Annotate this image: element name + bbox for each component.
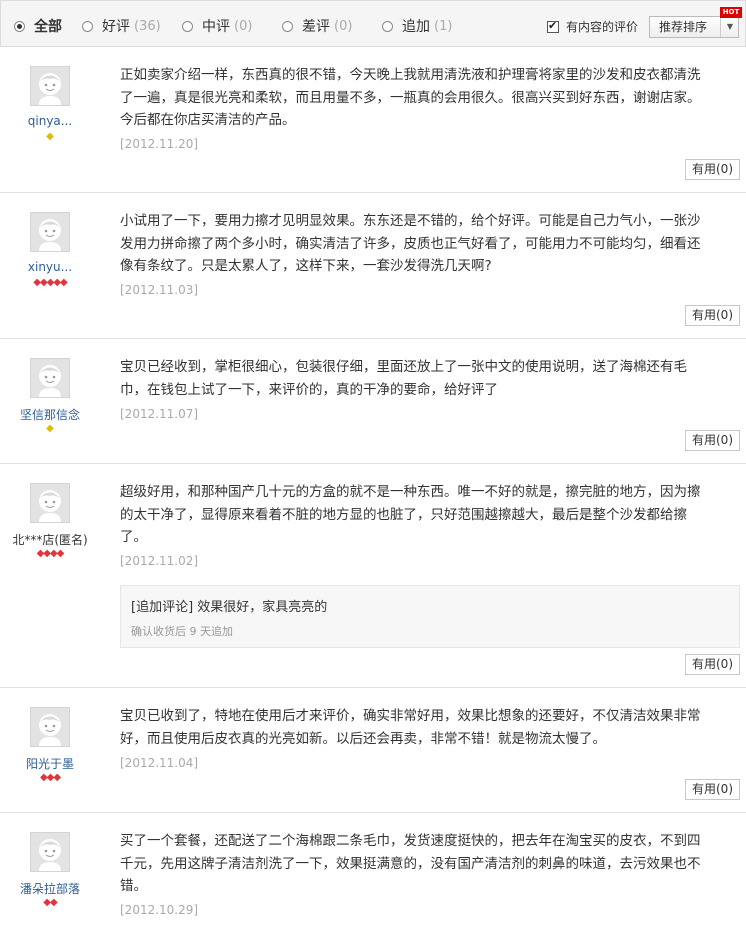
useful-count: (0) xyxy=(716,782,733,796)
review-date: [2012.11.02] xyxy=(120,554,199,568)
review-text: 小试用了一下，要用力擦才见明显效果。东东还是不错的，给个好评。可能是自己力气小，… xyxy=(120,213,701,274)
avatar[interactable] xyxy=(30,483,70,523)
has-content-checkbox[interactable]: 有内容的评价 xyxy=(547,18,638,35)
review-item: xinyu... ◆◆◆◆◆ 小试用了一下，要用力擦才见明显效果。东东还是不错的… xyxy=(0,193,746,339)
useful-label: 有用 xyxy=(691,657,716,671)
radio-icon xyxy=(282,20,293,32)
reviewer-name: 北***店(匿名) xyxy=(12,533,88,547)
reviewer-level-icon: ◆ xyxy=(46,423,54,434)
review-text: 宝贝已收到了，特地在使用后才来评价，确实非常好用，效果比想象的还要好，不仅清洁效… xyxy=(120,708,701,747)
checkbox-checked-icon xyxy=(547,19,559,33)
useful-count: (0) xyxy=(716,657,733,671)
radio-icon xyxy=(82,20,93,32)
review-item: 北***店(匿名) ◆◆◆◆ 超级好用，和那种国产几十元的方盒的就不是一种东西。… xyxy=(0,464,746,688)
chevron-down-icon: ▼ xyxy=(726,22,733,31)
review-text: 超级好用，和那种国产几十元的方盒的就不是一种东西。唯一不好的就是，擦完脏的地方，… xyxy=(120,484,701,545)
reviewer-level-icon: ◆ xyxy=(46,131,54,142)
useful-label: 有用 xyxy=(691,433,716,447)
hot-badge: HOT xyxy=(720,7,742,18)
review-item: 阳光于墨 ◆◆◆ 宝贝已收到了，特地在使用后才来评价，确实非常好用，效果比想象的… xyxy=(0,688,746,813)
reviewer-name[interactable]: 潘朵拉部落 xyxy=(0,880,100,897)
review-item: 坚信那信念 ◆ 宝贝已经收到，掌柜很细心，包装很仔细，里面还放上了一张中文的使用… xyxy=(0,339,746,464)
appended-review: [追加评论] 效果很好，家具亮亮的 确认收货后 9 天追加 xyxy=(120,585,740,648)
reviewer-level-icon: ◆◆ xyxy=(43,897,57,908)
filter-all-label: 全部 xyxy=(34,19,62,35)
radio-icon xyxy=(382,20,393,32)
review-text: 买了一个套餐，还配送了二个海棉跟二条毛巾，发货速度挺快的，把去年在淘宝买的皮衣，… xyxy=(120,833,701,894)
reviewer-level-icon: ◆◆◆◆◆ xyxy=(33,277,67,288)
filter-append-label: 追加 xyxy=(402,19,430,35)
reviewer-level-icon: ◆◆◆◆ xyxy=(36,548,65,559)
avatar[interactable] xyxy=(30,707,70,747)
review-item: qinya... ◆ 正如卖家介绍一样，东西真的很不错，今天晚上我就用清洗液和护… xyxy=(0,47,746,193)
review-date: [2012.11.03] xyxy=(120,283,199,297)
radio-selected-icon xyxy=(14,20,25,32)
review-date: [2012.11.04] xyxy=(120,756,199,770)
review-date: [2012.11.20] xyxy=(120,137,199,151)
avatar[interactable] xyxy=(30,212,70,252)
useful-label: 有用 xyxy=(691,162,716,176)
filter-append-radio[interactable]: 追加 (1) xyxy=(382,16,452,36)
sort-dropdown[interactable]: 推荐排序 ▼ xyxy=(649,16,739,38)
filter-all-radio[interactable]: 全部 xyxy=(14,16,62,36)
useful-button[interactable]: 有用(0) xyxy=(685,305,740,326)
default-avatar-icon xyxy=(39,714,61,746)
useful-count: (0) xyxy=(716,162,733,176)
filter-append-count: (1) xyxy=(434,18,453,34)
appended-review-text: [追加评论] 效果很好，家具亮亮的 xyxy=(131,600,328,615)
review-text: 正如卖家介绍一样，东西真的很不错，今天晚上我就用清洗液和护理膏将家里的沙发和皮衣… xyxy=(120,67,701,128)
filter-bad-count: (0) xyxy=(334,18,353,34)
useful-label: 有用 xyxy=(691,782,716,796)
reviewer-name[interactable]: qinya... xyxy=(0,114,100,128)
review-date: [2012.11.07] xyxy=(120,407,199,421)
review-text: 宝贝已经收到，掌柜很细心，包装很仔细，里面还放上了一张中文的使用说明，送了海棉还… xyxy=(120,359,687,398)
useful-button[interactable]: 有用(0) xyxy=(685,779,740,800)
avatar[interactable] xyxy=(30,832,70,872)
default-avatar-icon xyxy=(39,490,61,522)
filter-bad-radio[interactable]: 差评 (0) xyxy=(282,16,352,36)
filter-neutral-radio[interactable]: 中评 (0) xyxy=(182,16,252,36)
review-item: 潘朵拉部落 ◆◆ 买了一个套餐，还配送了二个海棉跟二条毛巾，发货速度挺快的，把去… xyxy=(0,813,746,926)
filter-good-label: 好评 xyxy=(102,19,130,35)
useful-label: 有用 xyxy=(691,308,716,322)
default-avatar-icon xyxy=(39,219,61,251)
default-avatar-icon xyxy=(39,73,61,105)
useful-button[interactable]: 有用(0) xyxy=(685,654,740,675)
avatar[interactable] xyxy=(30,66,70,106)
useful-button[interactable]: 有用(0) xyxy=(685,430,740,451)
has-content-label: 有内容的评价 xyxy=(566,20,639,34)
default-avatar-icon xyxy=(39,365,61,397)
filter-good-radio[interactable]: 好评 (36) xyxy=(82,16,161,36)
filter-neutral-label: 中评 xyxy=(202,19,230,35)
default-avatar-icon xyxy=(39,839,61,871)
filter-good-count: (36) xyxy=(134,18,161,34)
useful-button[interactable]: 有用(0) xyxy=(685,159,740,180)
sort-dropdown-label: 推荐排序 xyxy=(659,20,708,34)
filter-neutral-count: (0) xyxy=(234,18,253,34)
radio-icon xyxy=(182,20,193,32)
reviewer-name[interactable]: 阳光于墨 xyxy=(0,755,100,772)
filter-bad-label: 差评 xyxy=(302,19,330,35)
reviewer-name[interactable]: xinyu... xyxy=(0,260,100,274)
reviewer-level-icon: ◆◆◆ xyxy=(39,772,61,783)
review-filter-bar: 全部 好评 (36) 中评 (0) 差评 (0) 追加 (1) 有内容的评价 推… xyxy=(0,0,746,47)
useful-count: (0) xyxy=(716,433,733,447)
review-date: [2012.10.29] xyxy=(120,903,199,917)
reviewer-name[interactable]: 坚信那信念 xyxy=(0,406,100,423)
appended-review-meta: 确认收货后 9 天追加 xyxy=(131,625,233,638)
useful-count: (0) xyxy=(716,308,733,322)
avatar[interactable] xyxy=(30,358,70,398)
